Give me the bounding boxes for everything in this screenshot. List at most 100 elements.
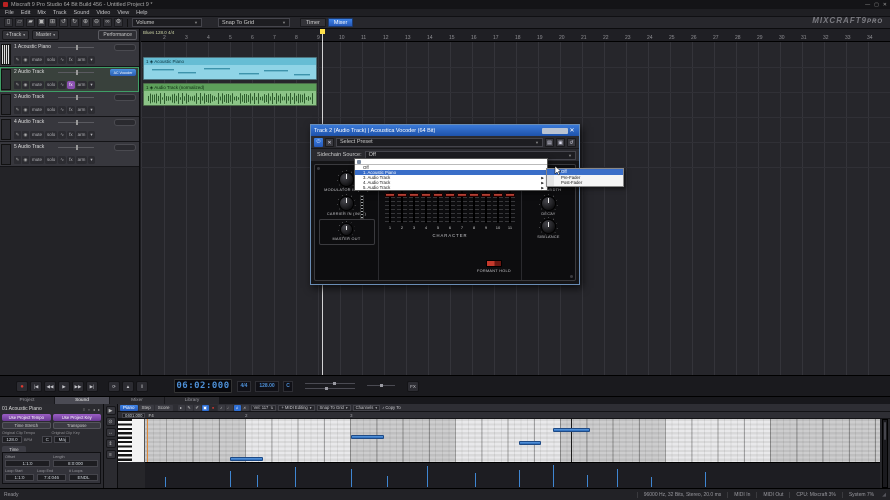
open-preset-icon[interactable]: ▤ [545,138,554,147]
preset-combo[interactable]: Select Preset▼ [336,138,543,147]
tab-project[interactable]: Project [0,397,54,404]
tempo-display[interactable]: 128.00 [255,381,279,392]
note-beam-icon[interactable]: ♫ [234,405,241,411]
note-beam2-icon[interactable]: ♬ [242,405,249,411]
track-mute-button[interactable]: mute [30,56,44,64]
midi-note[interactable] [351,435,384,439]
add-track-button[interactable]: +Track▾ [2,30,29,40]
track-solo-button[interactable]: solo [45,131,57,139]
midi-note[interactable] [230,457,263,461]
metronome-button[interactable]: ▲ [122,381,134,392]
track-volume-slider[interactable] [58,147,94,148]
note-quarter-icon[interactable]: ♩ [226,405,233,411]
track-solo-button[interactable]: solo [45,56,57,64]
midi-note[interactable] [553,428,590,432]
menu-mix[interactable]: Mix [37,10,46,16]
track-fx-badge[interactable]: AC Vocoder [110,69,136,76]
speaker-icon[interactable]: ◉ [22,131,29,139]
save-preset-icon[interactable]: ▣ [556,138,565,147]
link-icon[interactable]: ∞ [103,18,112,27]
track-arm-button[interactable]: arm [76,156,88,164]
track-solo-button[interactable]: solo [45,81,57,89]
speaker-icon[interactable]: ◉ [22,56,29,64]
velocity-mark[interactable] [519,470,520,487]
redo-icon[interactable]: ↻ [70,18,79,27]
track-expand-button[interactable]: ▾ [88,106,94,114]
velocity-mark[interactable] [587,475,588,487]
play-button[interactable]: ▶ [58,381,70,392]
undo-icon[interactable]: ↺ [59,18,68,27]
rewind-button[interactable]: ◀◀ [44,381,56,392]
track-row-2[interactable]: 2 Audio TrackAC Vocoder✎◉mutesolo∿fxarm▾ [0,67,139,92]
velocity-value-box[interactable]: Vel: 117⇅ [251,405,277,411]
playback-speed-slider[interactable] [367,381,395,391]
modulator-in-knob[interactable] [339,172,354,187]
timer-button[interactable]: Timer [300,18,326,27]
record-notes-icon[interactable]: ● [210,405,217,411]
track-fx-button[interactable]: fx [67,56,75,64]
velocity-mark[interactable] [257,475,258,487]
piano-keys[interactable] [118,419,145,462]
plugin-power-button[interactable]: ⏻ [314,138,323,147]
play-sound-button[interactable]: ▶ [106,406,116,415]
track-expand-button[interactable]: ▾ [88,156,94,164]
menu-view[interactable]: View [117,10,129,16]
arrow-tool-icon[interactable]: ▸ [178,405,185,411]
playhead-flag[interactable] [320,29,325,34]
speaker-icon[interactable]: ◉ [22,81,29,89]
track-arm-button[interactable]: arm [76,106,88,114]
new-file-icon[interactable]: ▯ [4,18,13,27]
zoom-out-icon[interactable]: ⊖ [92,18,101,27]
track-fx-button[interactable]: fx [67,156,75,164]
menu-help[interactable]: Help [136,10,147,16]
velocity-mark[interactable] [651,477,652,487]
resize-grip[interactable]: ◢ [882,492,886,498]
track-fx-button[interactable]: fx [67,106,75,114]
master-volume-slider[interactable] [305,381,355,391]
dropdown-item[interactable]: 5. Audio Track▶ [355,185,547,190]
track-mute-button[interactable]: mute [30,106,44,114]
velocity-mark[interactable] [165,477,166,487]
open-folder-icon[interactable]: ▱ [15,18,24,27]
save-icon[interactable]: ▣ [37,18,46,27]
pencil-tool-icon[interactable]: ✎ [186,405,193,411]
pencil-icon[interactable]: ✎ [14,131,21,139]
track-row-5[interactable]: 5 Audio Track✎◉mutesolo∿fxarm▾ [0,142,139,167]
plugin-title-bar[interactable]: Track 2 (Audio Track) | Acoustica Vocode… [311,125,579,136]
loop-sound-button[interactable]: ⊙ [106,417,116,426]
key-display[interactable]: C [283,381,293,392]
minimize-button[interactable]: — [865,2,870,8]
tempo-marker[interactable]: Blues 128.0 4/4 [143,30,174,35]
tab-mixer[interactable]: Mixer [110,397,164,404]
zoom-in-icon[interactable]: ⊕ [81,18,90,27]
track-automation-button[interactable]: ∿ [58,156,66,164]
menu-file[interactable]: File [5,10,14,16]
field-value[interactable]: 7:4:046 [37,474,66,481]
use-project-key-button[interactable]: Use Project Key [53,414,102,421]
carrier-in-knob[interactable] [339,196,354,211]
copy-to-button[interactable]: ♪ Copy To [382,405,401,410]
track-arm-button[interactable]: arm [76,56,88,64]
loop-button[interactable]: ⟳ [108,381,120,392]
pr-tab-piano[interactable]: Piano [120,405,138,411]
reset-preset-icon[interactable]: ↺ [567,138,576,147]
track-volume-slider[interactable] [58,72,94,73]
track-solo-button[interactable]: solo [45,156,57,164]
velocity-mark[interactable] [295,467,296,487]
velocity-mark[interactable] [351,469,352,487]
menu-video[interactable]: Video [96,10,110,16]
field-value[interactable]: 1:1:0 [5,474,34,481]
timeline-ruler[interactable]: Blues 128.0 4/4 234567891011121314151617… [141,29,890,42]
note-8th-icon[interactable]: ♪ [218,405,225,411]
volume-combo[interactable]: Volume▼ [132,18,202,27]
audio-clip[interactable]: 1 ◈ Audio Track (normalized) [143,83,317,106]
pr-tab-score[interactable]: Score [155,405,173,411]
velocity-mark[interactable] [705,472,706,487]
track-arm-button[interactable]: arm [76,81,88,89]
go-to-start-button[interactable]: |◀ [30,381,42,392]
piano-roll-grid[interactable] [145,419,880,462]
track-volume-slider[interactable] [58,97,94,98]
eraser-tool-icon[interactable]: ▣ [202,405,209,411]
pr-tab-step[interactable]: Step [139,405,154,411]
track-mute-button[interactable]: mute [30,156,44,164]
